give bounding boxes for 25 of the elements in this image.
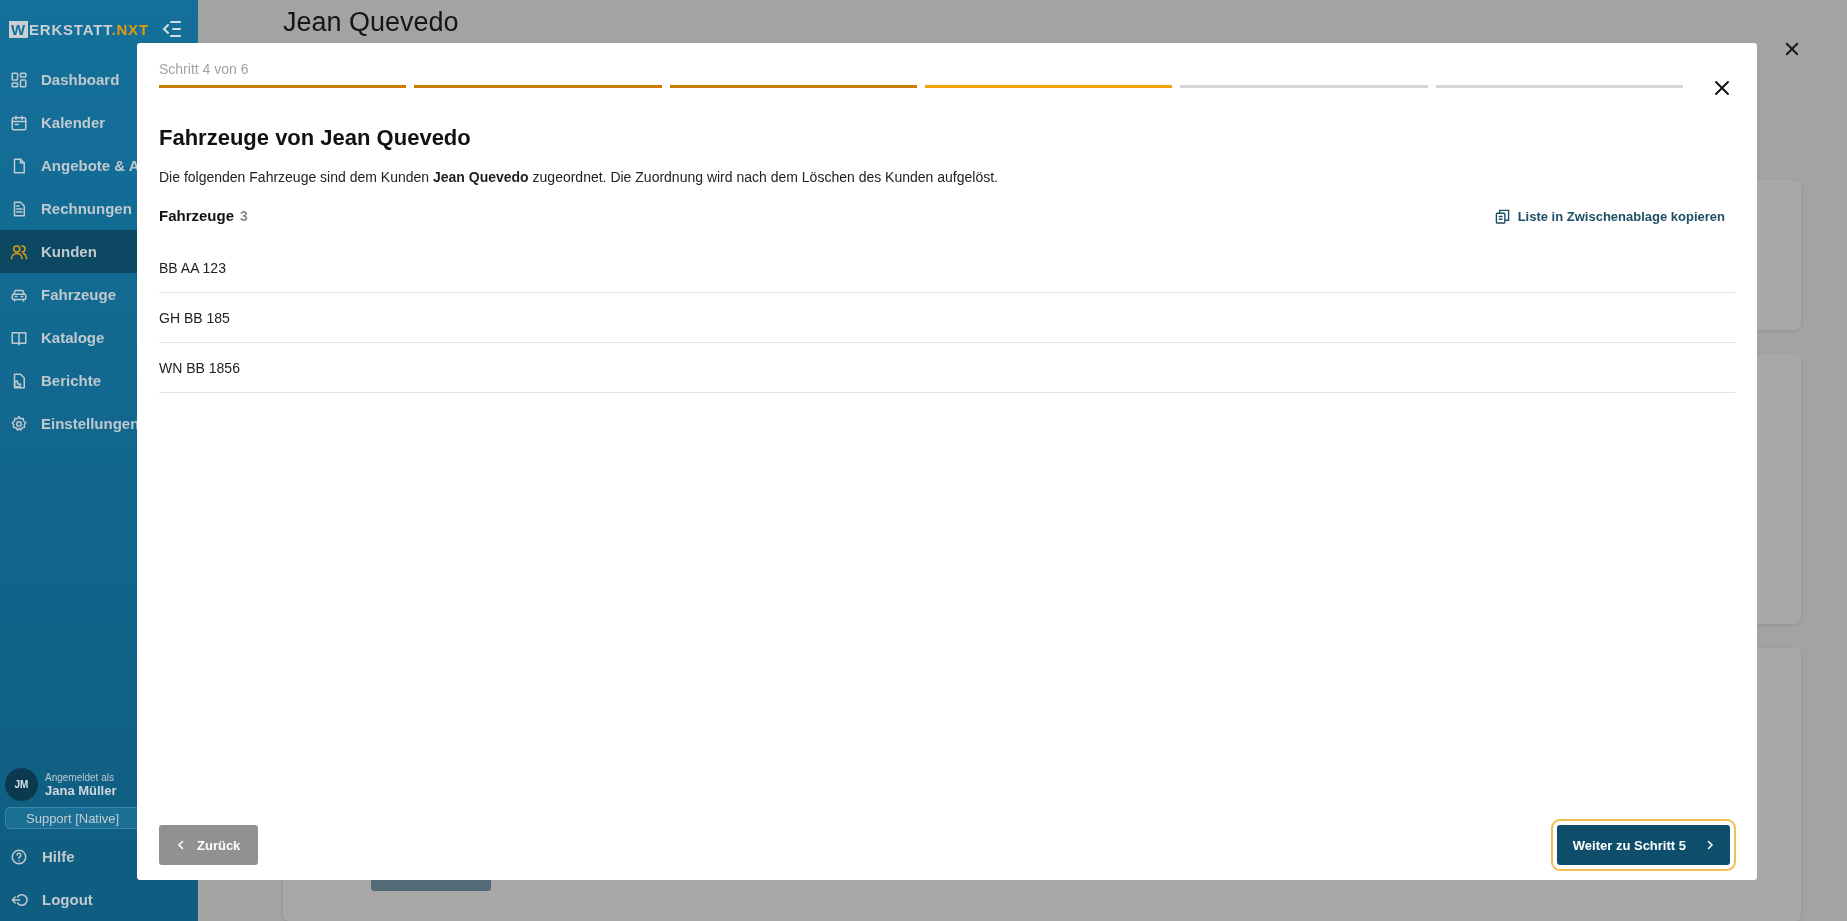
user-name: Jana Müller [45,782,117,798]
copy-icon [1494,208,1510,224]
back-button[interactable]: Zurück [159,825,259,865]
collapse-sidebar-icon[interactable] [162,20,182,38]
step-label: Schritt 4 von 6 [159,61,250,77]
list-heading: Fahrzeuge [159,207,234,224]
user-avatar: JM [5,768,38,801]
gear-icon [10,414,28,433]
dashboard-icon [10,70,28,89]
list-count: 3 [240,208,248,224]
copy-link[interactable]: Liste in Zwischenablage kopieren [1494,208,1735,224]
vehicle-plate: WN BB 1856 [159,359,240,376]
app-logo: W ERKSTATT.NXT [9,20,149,38]
dialog-title: Fahrzeuge von Jean Quevedo [159,125,472,151]
login-caption: Angemeldet als [45,771,115,783]
sidebar-item[interactable]: Logout [0,878,198,921]
close-icon [1713,79,1731,97]
users-icon [10,242,28,261]
page-title: Jean Quevedo [283,6,459,38]
vehicle-plate: GH BB 185 [159,309,230,326]
sidebar-item[interactable]: Einstellungen [0,402,198,445]
dialog-description: Die folgenden Fahrzeuge sind dem Kunden Jean Quevedo zugeordnet. Die Zuordnung wird nach dem Löschen des Kunden aufgelöst. [159,169,999,185]
help-icon [10,847,28,866]
calendar-icon [10,113,28,132]
close-icon[interactable] [1783,40,1801,58]
